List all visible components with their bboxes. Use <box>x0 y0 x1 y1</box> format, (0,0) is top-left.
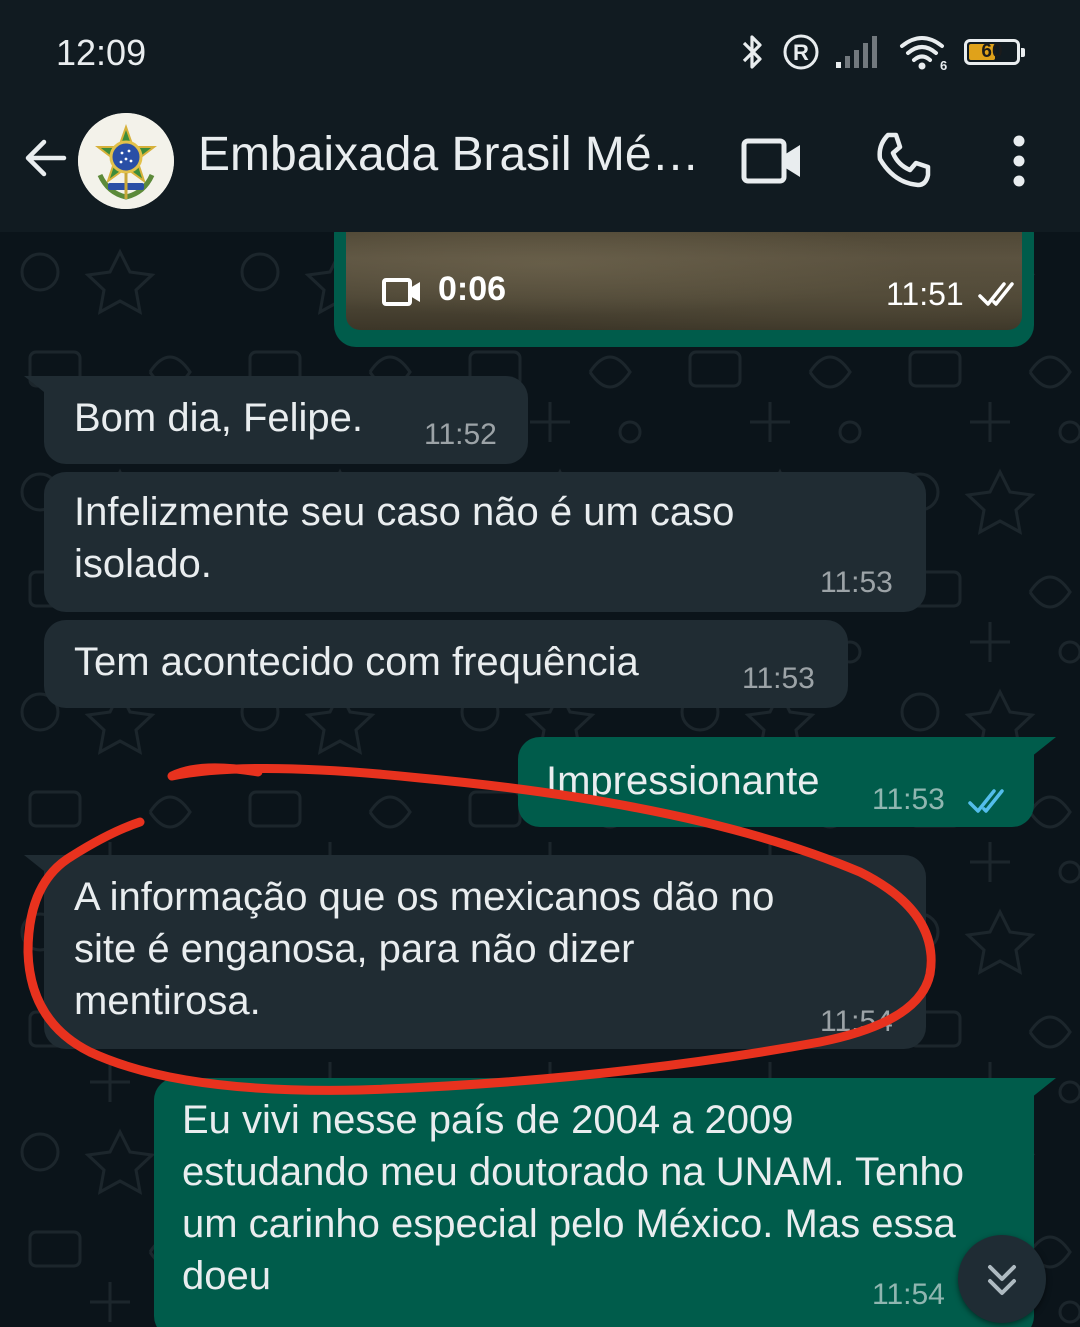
chat-header: Embaixada Brasil México <box>0 105 1080 232</box>
message-text: Impressionante <box>546 759 820 803</box>
message-time: 11:51 <box>886 276 964 312</box>
video-thumbnail[interactable]: 0:06 11:51 <box>346 232 1022 330</box>
svg-text:R: R <box>793 40 809 65</box>
message-text: Infelizmente seu caso não é um caso isol… <box>74 490 735 586</box>
registered-icon: R <box>783 34 819 70</box>
video-duration: 0:06 <box>438 270 507 308</box>
message-time: 11:54 <box>872 1278 945 1311</box>
read-ticks-icon <box>968 789 1004 813</box>
signal-icon <box>836 36 877 68</box>
video-call-icon[interactable] <box>740 133 804 189</box>
status-bar: 12:09 R 6 60 <box>0 0 1080 105</box>
message-time: 11:52 <box>424 418 497 451</box>
more-options-icon[interactable] <box>1004 133 1034 189</box>
avatar[interactable] <box>78 113 174 209</box>
wifi-icon: 6 <box>900 36 947 72</box>
back-arrow-icon[interactable] <box>20 133 70 183</box>
chat-area[interactable]: 0:06 11:51 Bom dia, Felipe. 11:52 Infeli… <box>0 232 1080 1327</box>
incoming-message[interactable]: Bom dia, Felipe. 11:52 <box>44 376 528 464</box>
message-text: Eu vivi nesse país de 2004 a 2009 estuda… <box>182 1098 965 1298</box>
incoming-message[interactable]: Infelizmente seu caso não é um caso isol… <box>44 472 926 612</box>
message-time: 11:53 <box>742 662 815 695</box>
contact-name[interactable]: Embaixada Brasil México <box>198 127 708 182</box>
message-time: 11:53 <box>820 566 893 599</box>
battery-icon: 60 <box>964 39 1025 65</box>
coat-of-arms-icon <box>78 113 174 209</box>
video-camera-icon <box>382 278 420 306</box>
delivered-ticks-icon <box>978 282 1014 306</box>
incoming-message[interactable]: A informação que os mexicanos dão no sit… <box>44 855 926 1049</box>
status-icons: R 6 60 <box>738 30 1025 74</box>
message-text: A informação que os mexicanos dão no sit… <box>74 875 775 1023</box>
bluetooth-icon <box>742 35 762 69</box>
double-chevron-down-icon <box>988 1265 1016 1295</box>
svg-text:6: 6 <box>940 58 947 72</box>
outgoing-message[interactable]: Eu vivi nesse país de 2004 a 2009 estuda… <box>154 1078 1034 1327</box>
message-text: Bom dia, Felipe. <box>74 396 364 440</box>
phone-icon[interactable] <box>874 131 932 189</box>
outgoing-message[interactable]: Impressionante 11:53 <box>518 737 1034 827</box>
message-text: Tem acontecido com frequência <box>74 640 639 684</box>
message-time: 11:54 <box>820 1005 893 1038</box>
video-message[interactable]: 0:06 11:51 <box>334 232 1034 347</box>
status-time: 12:09 <box>56 32 147 73</box>
incoming-message[interactable]: Tem acontecido com frequência 11:53 <box>44 620 848 708</box>
battery-level: 60 <box>981 41 1003 62</box>
scroll-to-bottom-button[interactable] <box>958 1235 1046 1323</box>
message-time: 11:53 <box>872 783 945 816</box>
